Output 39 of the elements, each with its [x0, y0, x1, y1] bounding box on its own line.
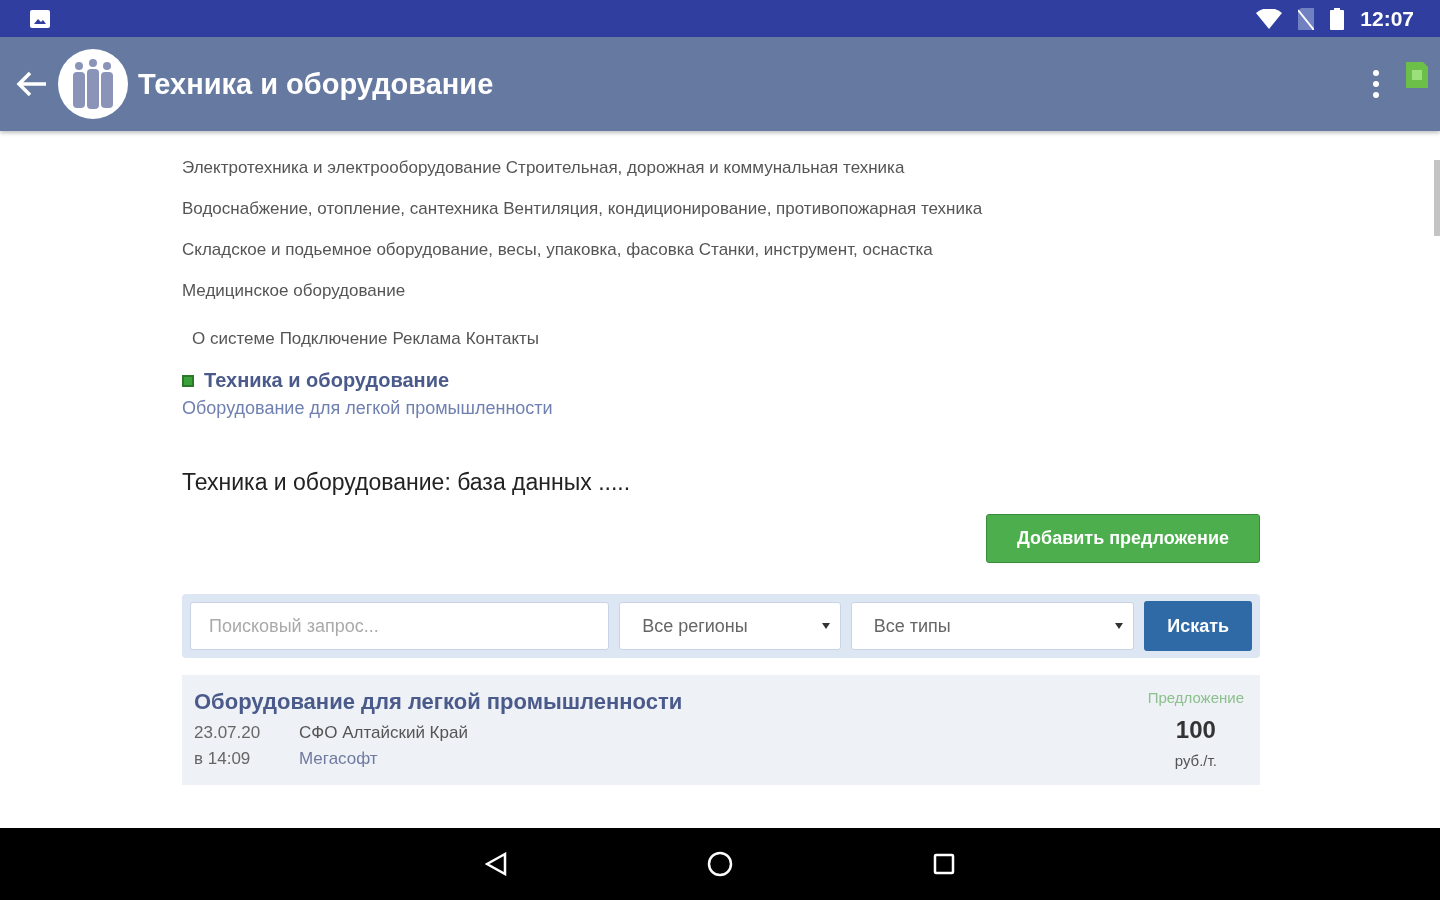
- home-circle-icon[interactable]: [707, 851, 733, 877]
- category-line: Складское и подьемное оборудование, весы, упаковка, фасовка Станки, инструмент, оснастка: [182, 239, 934, 261]
- sim-card-icon[interactable]: [1406, 60, 1428, 88]
- battery-icon: [1330, 7, 1345, 30]
- listing-company: Мегасофт: [299, 749, 379, 769]
- page-heading: Техника и оборудование: база данных .....: [182, 469, 632, 496]
- back-arrow-icon[interactable]: [16, 70, 48, 98]
- listing-time: в 14:09: [194, 749, 252, 769]
- breadcrumb-sublink[interactable]: Оборудование для легкой промышленности: [182, 398, 553, 419]
- wifi-icon: [1256, 8, 1283, 29]
- listing-price: 100: [1175, 716, 1216, 744]
- recents-square-icon[interactable]: [933, 853, 955, 875]
- footer-link[interactable]: О системе: [192, 325, 275, 353]
- back-triangle-icon[interactable]: [485, 852, 507, 876]
- footer-link[interactable]: Подключение: [279, 325, 388, 353]
- bullet-square-icon: [182, 374, 194, 387]
- footer-link[interactable]: Реклама: [392, 325, 461, 353]
- listing-region: СФО Алтайский Край: [299, 723, 469, 743]
- dropdown-caret-icon: [821, 623, 830, 629]
- listing-title[interactable]: Оборудование для легкой промышленности: [194, 689, 683, 715]
- category-line: Медицинское оборудование: [182, 280, 407, 302]
- clock: 12:07: [1360, 6, 1414, 31]
- footer-link[interactable]: Контакты: [465, 325, 540, 353]
- breadcrumb-link[interactable]: Техника и оборудование: [204, 369, 450, 392]
- search-field[interactable]: Поисковый запрос...: [190, 602, 610, 650]
- more-options-icon[interactable]: [1372, 69, 1380, 99]
- app-title: Техника и оборудование: [138, 67, 494, 101]
- price-unit: руб./т.: [1174, 752, 1217, 769]
- scrollbar[interactable]: [1434, 160, 1440, 236]
- dropdown-caret-icon: [1115, 623, 1124, 629]
- region-select[interactable]: Все регионы: [619, 602, 841, 650]
- type-select[interactable]: Все типы: [850, 602, 1135, 650]
- search-button[interactable]: Искать: [1144, 601, 1252, 651]
- category-line: Водоснабжение, отопление, сантехника Вентиляция, кондиционирование, противопожарная техника: [182, 198, 984, 220]
- listing-date: 23.07.20: [194, 723, 262, 743]
- category-line: Электротехника и электрооборудование Строительная, дорожная и коммунальная техника: [182, 157, 906, 179]
- listing-type: Предложение: [1147, 689, 1244, 706]
- image-notification-icon: [30, 9, 50, 28]
- no-sim-icon: [1298, 7, 1315, 30]
